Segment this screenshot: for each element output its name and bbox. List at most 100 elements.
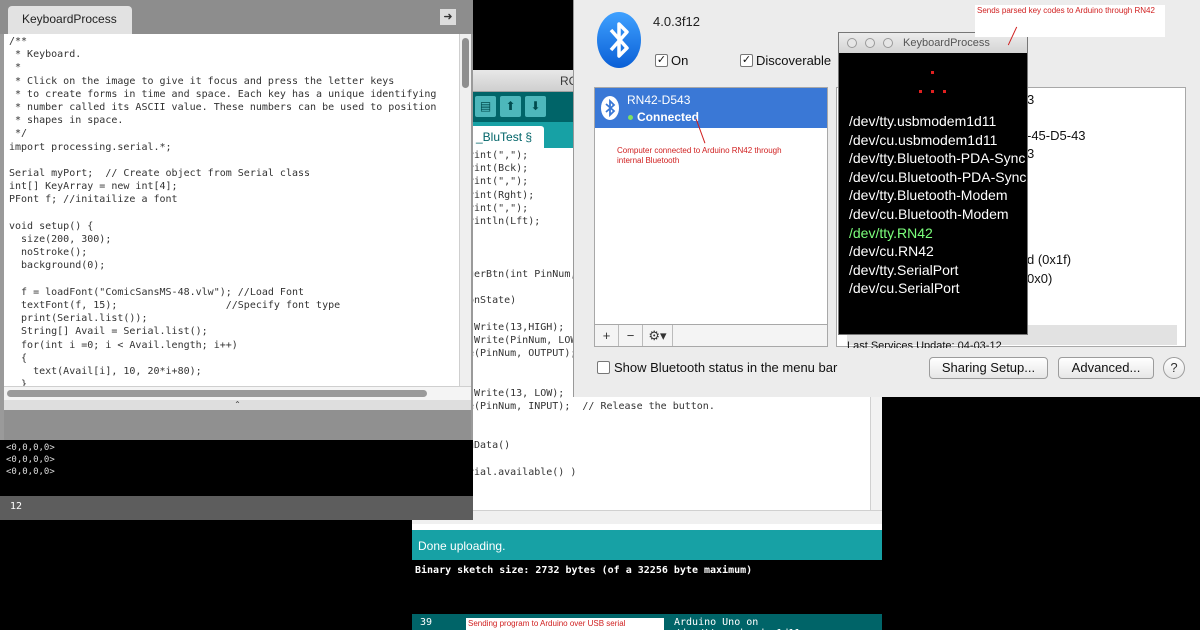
save-icon[interactable]: ⬇ [525, 96, 546, 117]
processing-window: KeyboardProcess ➜ /** * Keyboard. * * Cl… [0, 0, 473, 520]
code-line: rint(","); [468, 176, 529, 188]
code-line: String[] Avail = Serial.list(); [9, 326, 208, 338]
code-line: rint(","); [468, 150, 529, 161]
code-line: gerBtn(int PinNum, [468, 268, 583, 280]
sketch-canvas[interactable]: /dev/tty.usbmodem1d11/dev/cu.usbmodem1d1… [839, 53, 1027, 334]
code-line: * to create forms in time and space. Eac… [9, 88, 437, 100]
remove-device-button[interactable]: − [619, 325, 643, 346]
device-list-toolbar: + − ⚙▾ [594, 325, 828, 347]
serial-port-item: /dev/cu.Bluetooth-PDA-Sync [849, 168, 1027, 185]
detail-value: 3 [1027, 146, 1035, 161]
key-indicator-dot [931, 71, 934, 74]
code-line: * shapes in space. [9, 115, 124, 127]
code-line: rint(","); [468, 202, 529, 214]
code-line: uData() [468, 440, 511, 452]
code-line: e(PinNum, INPUT); // Release the button. [468, 400, 715, 412]
serial-port-item: /dev/tty.RN42 [849, 224, 933, 241]
splitter-handle[interactable]: ⌃ [4, 400, 471, 410]
processing-code-editor[interactable]: /** * Keyboard. * * Click on the image t… [4, 34, 459, 386]
help-button[interactable]: ? [1163, 357, 1185, 379]
code-line: */ [9, 128, 28, 140]
key-indicator-dot [931, 90, 934, 93]
processing-tabbar: KeyboardProcess ➜ [0, 0, 473, 34]
code-line: background(0); [9, 260, 106, 272]
add-device-button[interactable]: + [595, 325, 619, 346]
arduino-board-label: Arduino Uno on /dev/tty.usbmodem1d11 [674, 617, 800, 630]
code-line: lWrite(13, LOW); [468, 387, 565, 399]
console-line: <0,0,0,0> [6, 443, 55, 453]
code-line: { [9, 352, 28, 364]
discoverable-checkbox[interactable]: ✓ [740, 54, 753, 67]
processing-message-area [4, 410, 471, 440]
scroll-thumb[interactable] [462, 38, 469, 88]
binary-size-text: Binary sketch size: 2732 bytes (of a 322… [415, 565, 753, 576]
annotation-sending: Sending program to Arduino over USB seri… [466, 618, 664, 630]
code-line: * number called its ASCII value. These n… [9, 102, 437, 113]
zoom-icon[interactable] [883, 38, 893, 48]
new-icon[interactable]: ▤ [475, 96, 496, 117]
sketch-window-title: KeyboardProcess [903, 37, 990, 49]
code-line: onState) [468, 295, 517, 307]
gear-icon[interactable]: ⚙▾ [643, 325, 673, 346]
code-line: rintln(Lft); [468, 216, 541, 227]
sketch-output-window: KeyboardProcess /dev/tty.usbmodem1d11/de… [838, 32, 1028, 335]
last-update-text: Last Services Update: 04-03-12 [847, 340, 1002, 348]
detail-value: 3 [1027, 92, 1035, 107]
processing-horizontal-scrollbar[interactable] [4, 386, 471, 400]
minimize-icon[interactable] [865, 38, 875, 48]
advanced-button[interactable]: Advanced... [1058, 357, 1154, 379]
bluetooth-icon [597, 12, 641, 68]
serial-port-item: /dev/cu.RN42 [849, 243, 934, 260]
menu-bar-label: Show Bluetooth status in the menu bar [614, 360, 838, 375]
processing-line-number: 12 [10, 501, 23, 512]
serial-port-item: /dev/tty.Bluetooth-Modem [849, 187, 1008, 204]
arduino-horizontal-scrollbar[interactable] [412, 510, 882, 524]
processing-vertical-scrollbar[interactable] [459, 34, 471, 386]
arrow-right-icon[interactable]: ➜ [440, 9, 456, 25]
close-icon[interactable] [847, 38, 857, 48]
serial-port-item: /dev/cu.Bluetooth-Modem [849, 206, 1009, 222]
tab-keyboardprocess[interactable]: KeyboardProcess [8, 6, 132, 34]
code-line: f = loadFont("ComicSansMS-48.vlw"); //Lo… [9, 286, 305, 298]
arduino-status-bar: Done uploading. [412, 530, 882, 560]
on-checkbox[interactable]: ✓ [655, 54, 668, 67]
menu-bar-checkbox[interactable] [597, 361, 610, 374]
key-indicator-dot [919, 90, 922, 93]
code-line: * [9, 62, 22, 74]
detail-value: -45-D5-43 [1027, 128, 1086, 143]
key-indicator-dot [943, 90, 946, 93]
on-label: On [671, 53, 689, 68]
device-status: Connected [637, 110, 700, 124]
annotation-computer: Computer connected to Arduino RN42 throu… [617, 146, 782, 165]
code-line: void setup() { [9, 220, 94, 232]
open-icon[interactable]: ⬆ [500, 96, 521, 117]
code-line: rint(Bck); [468, 163, 529, 175]
serial-port-item: /dev/cu.SerialPort [849, 280, 960, 297]
device-row-rn42[interactable]: RN42-D543 Connected [595, 88, 827, 128]
sharing-setup-button[interactable]: Sharing Setup... [929, 357, 1048, 379]
console-line: <0,0,0,0> [6, 467, 55, 477]
code-line: PFont f; //initailize a font [9, 194, 178, 206]
bluetooth-version: 4.0.3f12 [653, 14, 700, 29]
code-line: * Click on the image to give it focus an… [9, 75, 395, 87]
code-line: for(int i =0; i < Avail.length; i++) [9, 339, 238, 351]
code-line: text(Avail[i], 10, 20*i+80); [9, 366, 202, 377]
discoverable-label: Discoverable [756, 53, 832, 68]
code-line: rint(Rght); [468, 189, 535, 201]
arduino-console: Binary sketch size: 2732 bytes (of a 322… [412, 560, 882, 614]
serial-port-item: /dev/cu.usbmodem1d11 [849, 131, 998, 148]
code-line: * Keyboard. [9, 49, 82, 61]
detail-value: d (0x1f) [1027, 252, 1072, 267]
scroll-thumb[interactable] [7, 390, 427, 397]
code-line: rial.available() ) [468, 466, 577, 478]
detail-value: 0x0) [1027, 271, 1053, 286]
code-line: size(200, 300); [9, 234, 112, 245]
annotation-sends: Sends parsed key codes to Arduino throug… [975, 5, 1165, 37]
console-line: <0,0,0,0> [6, 455, 55, 465]
tab-blutest[interactable]: _BluTest § [470, 126, 544, 148]
code-line: textFont(f, 15); //Specify font type [9, 300, 341, 311]
device-name: RN42-D543 [627, 93, 691, 107]
code-line: import processing.serial.*; [9, 141, 172, 153]
serial-port-item: /dev/tty.Bluetooth-PDA-Sync [849, 150, 1026, 167]
code-line: noStroke(); [9, 247, 88, 259]
